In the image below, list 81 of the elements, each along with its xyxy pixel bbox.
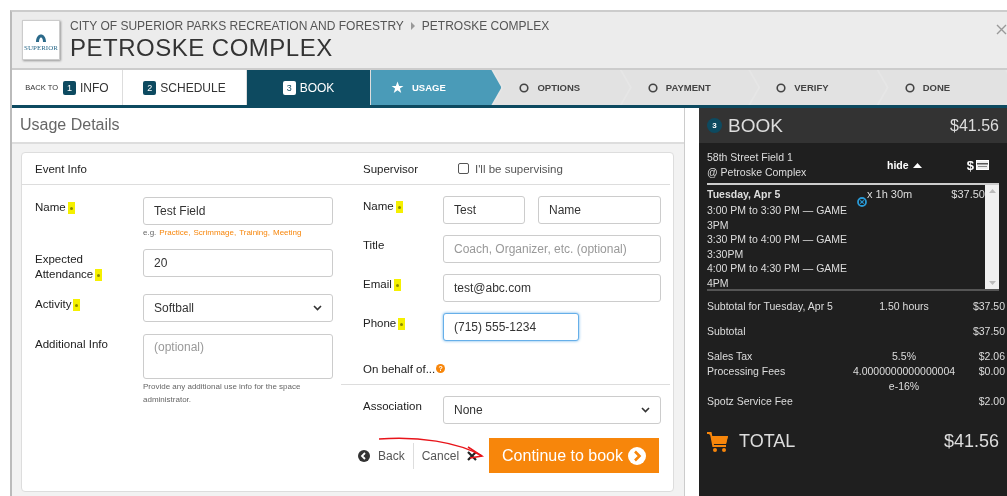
remove-icon[interactable] (857, 197, 867, 207)
group-heading: Supervisor (363, 162, 418, 175)
price: $37.50 (951, 188, 985, 200)
substep-tab[interactable]: VERIFY (750, 70, 887, 105)
text-field[interactable]: Test Field (143, 197, 333, 225)
field-label: Phone (363, 317, 397, 329)
field-label: Expected Attendance (35, 253, 94, 280)
field-label: Name (35, 201, 66, 213)
field-label: Additional Info (35, 338, 108, 350)
checkbox[interactable] (457, 163, 469, 174)
card-icon[interactable] (976, 160, 989, 170)
checkbox-label: I'll be supervising (474, 162, 563, 175)
duration: x 1h 30m (867, 188, 913, 200)
cart-total: $41.56 (950, 116, 999, 135)
dropdown[interactable]: None (443, 396, 661, 424)
text-field[interactable]: 20 (143, 249, 333, 277)
summary-amount: $37.50 (972, 324, 1006, 339)
close-icon (467, 450, 478, 461)
breadcrumb-current: PETROSKE COMPLEX (421, 18, 550, 33)
breadcrumb-link[interactable]: CITY OF SUPERIOR PARKS RECREATION AND FORESTRY (70, 18, 404, 33)
caret-icon (641, 407, 650, 413)
total-label: TOTAL (739, 431, 796, 452)
group-heading: Event Info (35, 162, 87, 175)
phone-field[interactable]: (715) 555-1234 (443, 313, 579, 341)
summary-label: Processing Fees (707, 364, 787, 379)
section-label: On behalf of... (363, 362, 436, 375)
summary-amount: $2.06 (978, 349, 1006, 364)
scroll-up-icon[interactable] (988, 189, 996, 193)
summary-label: Subtotal for Tuesday, Apr 5 (707, 299, 834, 314)
venue-name: 58th Street Field 1 (707, 150, 794, 165)
field-label: Activity (35, 298, 72, 310)
last-name-field[interactable]: Name (538, 196, 661, 224)
field-label: Association (363, 400, 422, 412)
substep-tab[interactable]: OPTIONS (493, 70, 630, 105)
help-text: Provide any additional use info for the space administrator. (143, 381, 302, 406)
field-label: Email (363, 278, 392, 290)
scrollbar[interactable] (985, 185, 999, 289)
star-icon (391, 81, 404, 94)
venue-location: @ Petroske Complex (707, 165, 808, 180)
step-tab[interactable]: 3 BOOK (247, 70, 371, 105)
time-slot: 3:30 PM to 4:00 PM — GAME 3:30PM (707, 232, 855, 261)
substep-tab[interactable]: PAYMENT (621, 70, 759, 105)
chevron-icon (409, 21, 416, 30)
summary-amount: $2.00 (978, 394, 1006, 409)
summary-amount: $37.50 (972, 299, 1006, 314)
cart-icon (707, 431, 729, 452)
summary-detail: 1.50 hours (879, 300, 929, 312)
caret-icon (313, 305, 322, 311)
page-title: PETROSKE COMPLEX (70, 33, 334, 62)
total-amount: $41.56 (943, 431, 999, 452)
step-tab[interactable]: 2 SCHEDULE (123, 70, 247, 105)
booking-date: Tuesday, Apr 5 (707, 188, 782, 200)
substep-tab[interactable]: DONE (878, 70, 1007, 105)
circle-icon (519, 82, 530, 93)
examples-prefix: e.g. (143, 228, 157, 237)
chevron-right-icon (628, 446, 646, 465)
circle-icon (776, 82, 787, 93)
circle-icon (647, 82, 658, 93)
summary-label: Sales Tax (707, 349, 754, 364)
caret-up-icon (912, 162, 922, 168)
summary-detail: 4.0000000000000004e-16% (852, 365, 956, 392)
first-name-field[interactable]: Test (443, 196, 525, 224)
field-label: Title (363, 239, 385, 251)
summary-amount: $0.00 (978, 364, 1006, 379)
summary-detail: 5.5% (892, 350, 916, 362)
cart-title: BOOK (728, 114, 783, 137)
circle-icon (904, 82, 915, 93)
field-label: Name (363, 200, 394, 212)
dropdown[interactable]: Softball (143, 294, 333, 322)
currency-symbol: $ (966, 157, 974, 173)
summary-label: Subtotal (707, 324, 747, 339)
summary-label: Spotz Service Fee (707, 394, 794, 409)
time-slot: 3:00 PM to 3:30 PM — GAME 3PM (707, 203, 855, 232)
hide-toggle[interactable]: hide (887, 159, 922, 171)
back-button[interactable]: Back (350, 442, 414, 469)
time-slot: 4:00 PM to 4:30 PM — GAME 4PM (707, 261, 855, 290)
scroll-down-icon[interactable] (988, 281, 996, 285)
text-field[interactable]: test@abc.com (443, 274, 661, 302)
close-icon[interactable] (996, 24, 1007, 35)
step-number: 3 (707, 118, 722, 133)
cancel-button[interactable]: Cancel (413, 442, 490, 469)
